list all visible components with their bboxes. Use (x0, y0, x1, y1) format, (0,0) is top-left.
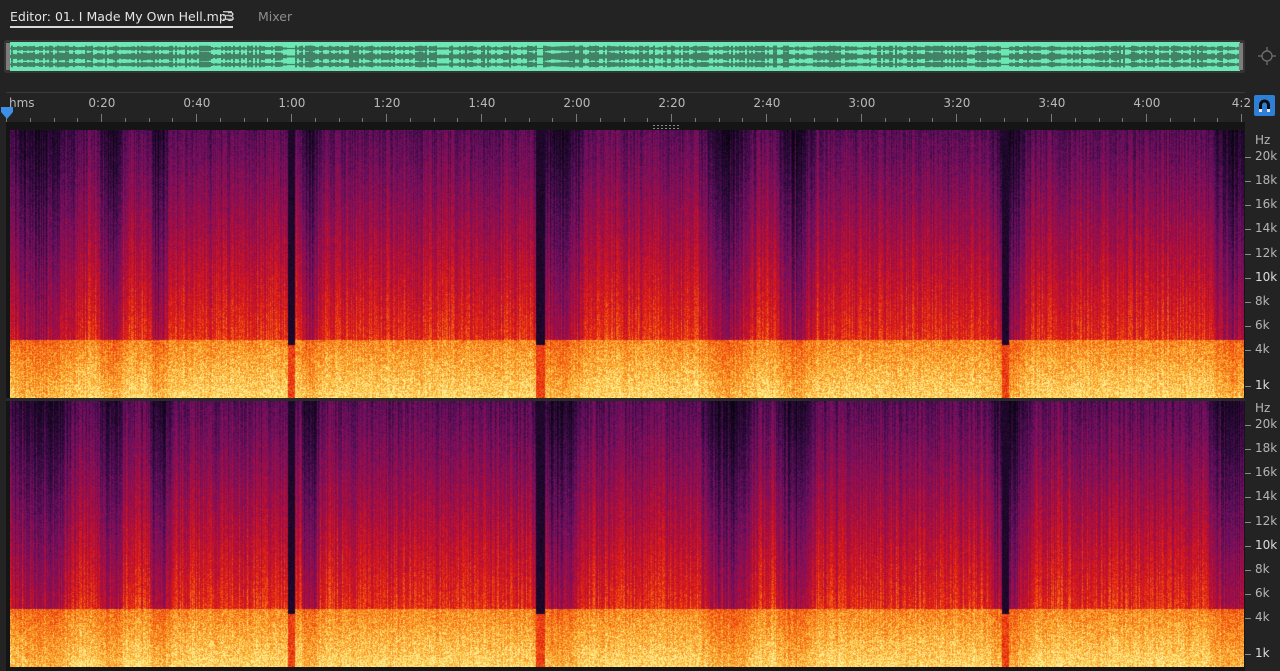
spectrogram-channel-right[interactable] (10, 401, 1244, 667)
ruler-time-label: 2:40 (753, 96, 781, 110)
frequency-label: 1k (1255, 378, 1270, 392)
overview-waveform[interactable] (10, 42, 1240, 71)
frequency-label: 8k (1255, 294, 1270, 308)
tab-mixer[interactable]: Mixer (258, 0, 292, 32)
frequency-label: 4k (1255, 342, 1270, 356)
ruler-time-label: 1:40 (468, 96, 496, 110)
ruler-time-label: 4:00 (1133, 96, 1161, 110)
frequency-label: 14k (1255, 489, 1278, 503)
snap-toggle-button[interactable] (1254, 95, 1275, 116)
spectrogram-channel-left[interactable] (10, 130, 1244, 398)
ruler-time-label: 1:00 (278, 96, 306, 110)
frequency-tick (1245, 546, 1251, 547)
frequency-label: 10k (1255, 538, 1278, 552)
frequency-label: 6k (1255, 318, 1270, 332)
overview-waveform-trace (10, 45, 1239, 68)
ruler-time-label: 2:20 (658, 96, 686, 110)
ruler-time-label: 0:40 (183, 96, 211, 110)
frequency-label: 8k (1255, 562, 1270, 576)
ruler-time-label: 3:40 (1038, 96, 1066, 110)
ruler-time-label: 2:00 (563, 96, 591, 110)
frequency-tick (1245, 229, 1251, 230)
frequency-label: 12k (1255, 514, 1278, 528)
frequency-label: 1k (1255, 646, 1270, 660)
frequency-tick (1245, 473, 1251, 474)
frequency-tick (1245, 570, 1251, 571)
frequency-tick (1245, 386, 1251, 387)
playhead-marker-icon[interactable] (0, 106, 14, 120)
frequency-label: 18k (1255, 173, 1278, 187)
frequency-tick (1245, 205, 1251, 206)
ruler-time-label: 3:20 (943, 96, 971, 110)
frequency-label: 20k (1255, 149, 1278, 163)
spectrogram-canvas-left (10, 130, 1244, 398)
active-tab-indicator (10, 26, 233, 28)
overview-right-handle[interactable] (1239, 43, 1243, 70)
ruler-time-label: 1:20 (373, 96, 401, 110)
frequency-tick (1245, 326, 1251, 327)
frequency-scale-left: Hz 20k 18k 16k 14k 12k 10k 8k 6k 4k 1k (1245, 130, 1280, 398)
overview-waveform-navigator[interactable] (4, 40, 1245, 73)
spectral-frequency-display[interactable] (6, 122, 1245, 671)
panel-tab-bar: Editor: 01. I Made My Own Hell.mp3 Mixer (0, 0, 1280, 34)
magnet-snap-icon (1259, 99, 1270, 112)
frequency-tick (1245, 302, 1251, 303)
spectrogram-canvas-right (10, 401, 1244, 667)
frequency-label: 4k (1255, 610, 1270, 624)
frequency-tick (1245, 157, 1251, 158)
time-ruler[interactable]: hms 0:20 0:40 1:00 1:20 1:40 2:00 2:20 2:40 3:00… (6, 92, 1251, 123)
panel-resize-grip[interactable] (653, 125, 679, 129)
frequency-tick (1245, 594, 1251, 595)
frequency-label: 16k (1255, 465, 1278, 479)
frequency-scale-right: Hz 20k 18k 16k 14k 12k 10k 8k 6k 4k 1k (1245, 398, 1280, 671)
ruler-time-label: 3:00 (848, 96, 876, 110)
frequency-label: 12k (1255, 246, 1278, 260)
ruler-time-label: 0:20 (88, 96, 116, 110)
frequency-tick (1245, 618, 1251, 619)
audio-editor-window: Editor: 01. I Made My Own Hell.mp3 Mixer… (0, 0, 1280, 671)
frequency-tick (1245, 522, 1251, 523)
frequency-unit-label: Hz (1255, 401, 1271, 415)
frequency-tick (1245, 449, 1251, 450)
frequency-label: 18k (1255, 441, 1278, 455)
frequency-label: 20k (1255, 417, 1278, 431)
ruler-time-label: 4:2 (1231, 96, 1252, 110)
frequency-tick (1245, 254, 1251, 255)
frequency-tick (1245, 497, 1251, 498)
frequency-label: 16k (1255, 197, 1278, 211)
frequency-tick (1245, 425, 1251, 426)
frequency-tick (1245, 350, 1251, 351)
zoom-navigator-icon[interactable] (1257, 46, 1277, 66)
frequency-tick (1245, 181, 1251, 182)
frequency-tick (1245, 278, 1251, 279)
frequency-label: 10k (1255, 270, 1278, 284)
frequency-unit-label: Hz (1255, 133, 1271, 147)
frequency-tick (1245, 654, 1251, 655)
frequency-label: 14k (1255, 221, 1278, 235)
hamburger-menu-icon[interactable] (223, 11, 232, 20)
frequency-label: 6k (1255, 586, 1270, 600)
